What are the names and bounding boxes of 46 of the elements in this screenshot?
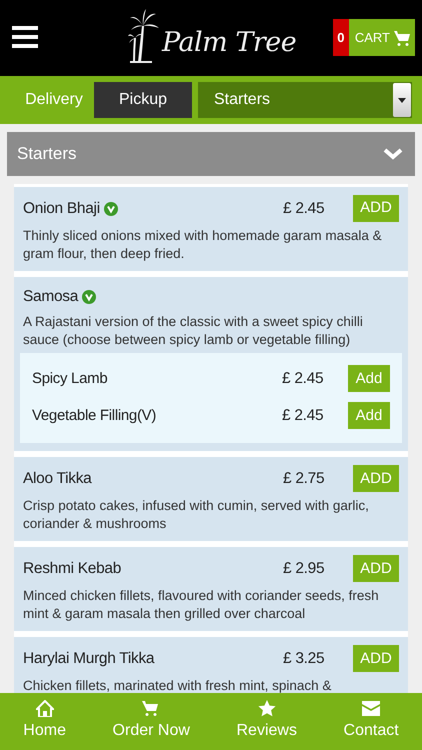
item-description: A Rajastani version of the classic with a sweet spicy chilli sauce (choose between spicy lamb or vegetable filling) bbox=[23, 313, 364, 350]
item-name: Samosa bbox=[23, 287, 78, 307]
option-name: Vegetable Filling(V) bbox=[32, 406, 158, 426]
add-button[interactable]: ADD bbox=[353, 645, 399, 672]
item-name: Aloo Tikka bbox=[23, 469, 92, 490]
item-price: £ 2.75 bbox=[283, 469, 326, 490]
item-price: £ 3.25 bbox=[283, 649, 326, 670]
caret-icon bbox=[398, 98, 406, 102]
category-select[interactable]: Starters bbox=[198, 82, 412, 118]
cart-icon bbox=[394, 30, 411, 46]
item-description: Crisp potato cakes, infused with cumin, served with garlic, coriander & mushrooms bbox=[23, 497, 370, 534]
item-description: Chicken fillets, marinated with fresh mint, spinach & bbox=[23, 677, 332, 696]
add-button[interactable]: Add bbox=[348, 365, 390, 392]
menu-icon bbox=[12, 26, 38, 48]
mail-icon bbox=[362, 700, 380, 717]
item-name: Onion Bhaji bbox=[23, 198, 100, 219]
palm-tree-icon bbox=[128, 8, 160, 64]
section-title: Starters bbox=[17, 143, 77, 166]
cart-label: CART bbox=[354, 28, 390, 47]
home-icon bbox=[36, 700, 54, 717]
section-header[interactable]: Starters bbox=[7, 132, 415, 176]
order-type-tab[interactable]: Delivery bbox=[20, 82, 88, 118]
star-icon bbox=[258, 700, 276, 717]
nav-tab[interactable]: Home bbox=[17, 693, 72, 750]
add-button[interactable]: ADD bbox=[353, 195, 399, 222]
menu-button[interactable] bbox=[12, 25, 38, 49]
order-type-tab[interactable]: Pickup bbox=[94, 82, 192, 118]
item-price: £ 2.95 bbox=[283, 559, 326, 580]
option-price: £ 2.45 bbox=[282, 406, 324, 426]
add-button[interactable]: ADD bbox=[353, 555, 399, 582]
option-price: £ 2.45 bbox=[282, 369, 324, 390]
add-button[interactable]: ADD bbox=[353, 465, 399, 492]
option-name: Spicy Lamb bbox=[32, 368, 108, 388]
item-price: £ 2.45 bbox=[283, 198, 326, 219]
logo-text: Palm Tree bbox=[162, 29, 296, 60]
nav-tab[interactable]: Contact bbox=[338, 693, 405, 750]
cart-icon bbox=[142, 700, 160, 717]
item-description: Minced chicken fillets, flavoured with coriander seeds, fresh mint & garam masala then grilled over charcoal bbox=[23, 587, 380, 624]
nav-tab[interactable]: Reviews bbox=[230, 693, 303, 750]
cart-button[interactable]: 0 CART bbox=[332, 19, 415, 56]
item-name: Harylai Murgh Tikka bbox=[23, 649, 154, 670]
item-name: Reshmi Kebab bbox=[23, 559, 122, 580]
nav-tab[interactable]: Order Now bbox=[106, 693, 196, 750]
item-description: Thinly sliced onions mixed with homemade garam masala & gram flour, then deep fried. bbox=[23, 227, 383, 263]
cart-count: 0 bbox=[332, 19, 349, 56]
add-button[interactable]: Add bbox=[348, 402, 390, 430]
